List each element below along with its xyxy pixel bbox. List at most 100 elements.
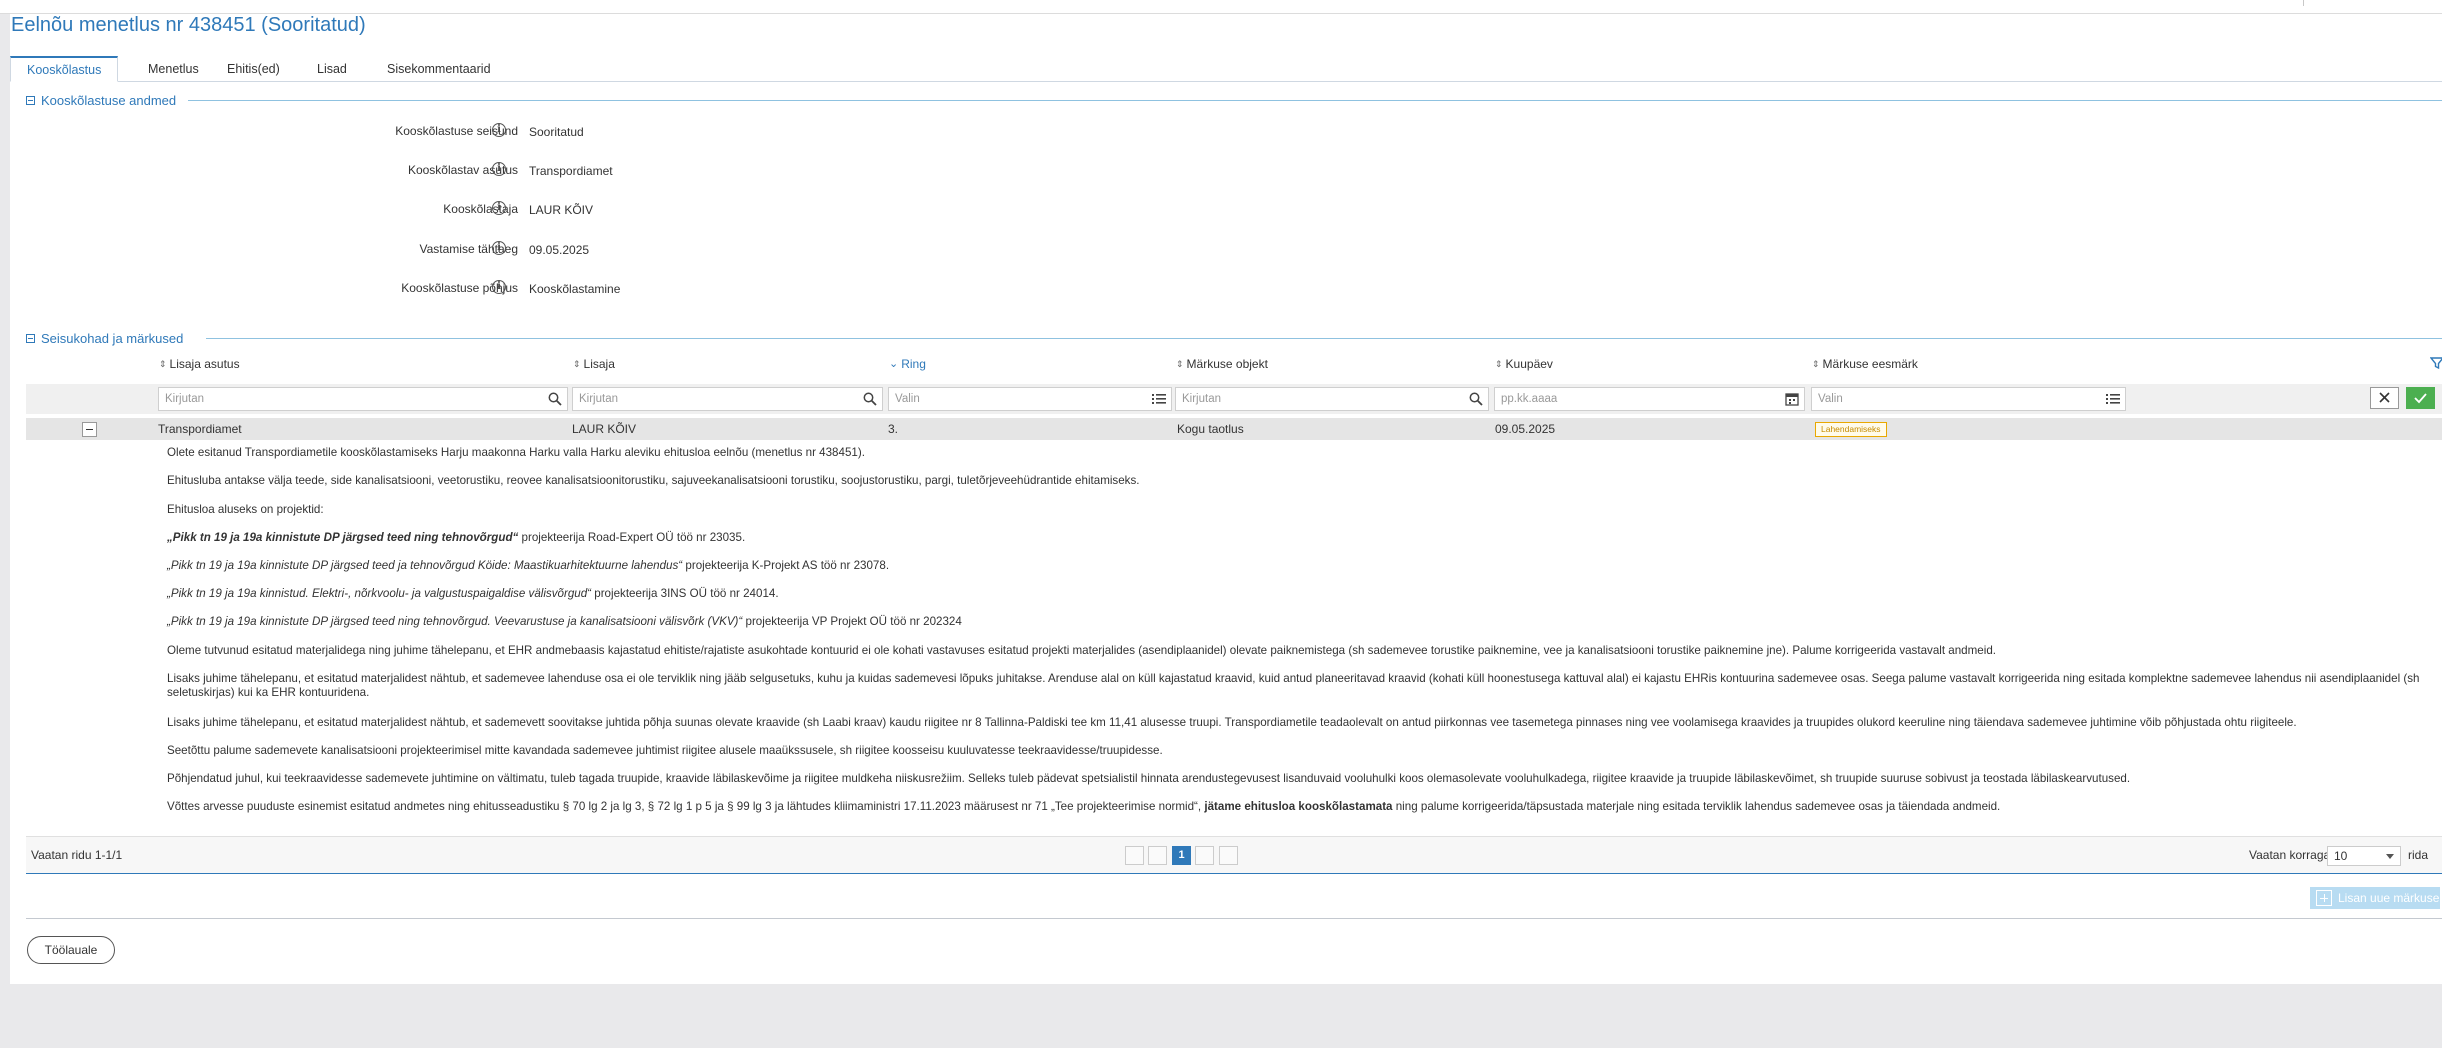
conclusion-decision: jätame ehitusloa kooskõlastamata (1204, 800, 1393, 813)
remark-paragraph-conclusion: Võttes arvesse puuduste esinemist esitat… (167, 800, 2427, 814)
table-footer: Vaatan ridu 1-1/1 1 Vaatan korraga 10 ri… (26, 836, 2442, 874)
field-value: 09.05.2025 (529, 243, 590, 257)
table-row[interactable]: Transpordiamet LAUR KÕIV 3. Kogu taotlus… (26, 418, 2442, 440)
column-header-lisaja[interactable]: ⇕ Lisaja (573, 354, 615, 374)
cell-ring: 3. (888, 422, 899, 436)
field-kooskolastaja: Kooskõlastaja i LAUR KÕIV (10, 200, 1010, 220)
field-seisund: Kooskõlastuse seisund i Sooritatud (10, 122, 1010, 142)
column-header-kuupaev[interactable]: ⇕ Kuupäev (1495, 354, 1553, 374)
filter-placeholder: pp.kk.aaaa (1501, 393, 1558, 405)
remark-paragraph: Oleme tutvunud esitatud materjalidega ni… (167, 644, 1996, 657)
remark-paragraph: Ehitusloa aluseks on projektid: (167, 503, 324, 516)
column-header-markuse-objekt[interactable]: ⇕ Märkuse objekt (1176, 354, 1268, 374)
filter-kuupaev[interactable]: pp.kk.aaaa (1494, 387, 1805, 411)
info-icon[interactable]: i (492, 123, 506, 137)
per-page-value: 10 (2334, 849, 2348, 863)
collapse-row-button[interactable] (82, 422, 97, 437)
search-icon[interactable] (863, 392, 877, 406)
cell-lisaja-asutus: Transpordiamet (158, 422, 242, 436)
sort-icon: ⇕ (1176, 358, 1184, 369)
add-remark-label: Lisan uue märkuse (2338, 891, 2440, 905)
project-title: „Pikk tn 19 ja 19a kinnistute DP järgsed… (167, 531, 519, 544)
apply-filters-button[interactable] (2406, 387, 2435, 409)
conclusion-text: Võttes arvesse puuduste esinemist esitat… (167, 800, 1205, 813)
filter-icon[interactable] (2430, 356, 2442, 370)
column-label: Lisaja asutus (169, 357, 240, 371)
remark-paragraph: Lisaks juhime tähelepanu, et esitatud ma… (167, 716, 2297, 729)
section-divider (188, 100, 2442, 101)
plus-icon (2316, 890, 2332, 906)
remark-paragraph: Olete esitanud Transpordiametile kooskõl… (167, 446, 865, 459)
remark-paragraph: Ehitusluba antakse välja teede, side kan… (167, 474, 1140, 487)
clear-filters-button[interactable] (2370, 387, 2399, 409)
column-header-lisaja-asutus[interactable]: ⇕ Lisaja asutus (159, 354, 240, 374)
list-icon[interactable] (2106, 392, 2120, 406)
column-header-markuse-eesmark[interactable]: ⇕ Märkuse eesmärk (1812, 354, 1918, 374)
info-icon[interactable]: i (492, 280, 506, 294)
project-title: „Pikk tn 19 ja 19a kinnistud. Elektri-, … (167, 587, 592, 600)
search-icon[interactable] (1469, 392, 1483, 406)
section-title: Seisukohad ja märkused (41, 330, 184, 346)
collapse-section-toggle[interactable] (26, 333, 35, 343)
project-rest: projekteerija Road-Expert OÜ töö nr 2303… (518, 531, 746, 544)
filter-markuse-eesmark[interactable]: Valin (1811, 387, 2126, 411)
tab-sisekommentaarid[interactable]: Sisekommentaarid (371, 56, 507, 82)
search-icon[interactable] (548, 392, 562, 406)
column-label: Lisaja (583, 357, 615, 371)
remark-paragraph-project: „Pikk tn 19 ja 19a kinnistute DP järgsed… (167, 559, 2427, 573)
section-kooskolastuse-andmed: Kooskõlastuse andmed (26, 91, 182, 109)
filter-lisaja[interactable]: Kirjutan (572, 387, 883, 411)
collapse-section-toggle[interactable] (26, 95, 35, 105)
remark-body: Olete esitanud Transpordiametile kooskõl… (26, 440, 2442, 836)
sort-down-icon: ⌄ (889, 357, 899, 370)
per-page-select[interactable]: 10 (2327, 846, 2401, 866)
info-icon[interactable]: i (492, 241, 506, 255)
remark-paragraph-project: „Pikk tn 19 ja 19a kinnistud. Elektri-, … (167, 587, 2427, 601)
filter-lisaja-asutus[interactable]: Kirjutan (158, 387, 568, 411)
field-value: LAUR KÕIV (529, 203, 594, 217)
tab-ehitised[interactable]: Ehitis(ed) (211, 56, 296, 82)
field-asutus: Kooskõlastav asutus i Transpordiamet (10, 161, 1010, 181)
pager-prev-button[interactable] (1148, 846, 1167, 865)
remark-paragraph-project: „Pikk tn 19 ja 19a kinnistute DP järgsed… (167, 531, 2427, 545)
check-icon (2414, 393, 2427, 404)
status-badge: Lahendamiseks (1815, 422, 1887, 437)
page-title: Eelnõu menetlus nr 438451 (Sooritatud) (11, 14, 366, 36)
bottom-divider (26, 918, 2442, 919)
list-icon[interactable] (1152, 392, 1166, 406)
tab-lisad[interactable]: Lisad (301, 56, 363, 82)
field-tahtaeg: Vastamise tähtaeg i 09.05.2025 (10, 240, 1010, 260)
tab-kooskolastus[interactable]: Kooskõlastus (10, 56, 119, 82)
field-label: Kooskõlastaja (443, 202, 518, 216)
filter-ring[interactable]: Valin (888, 387, 1172, 411)
add-remark-button[interactable]: Lisan uue märkuse (2310, 887, 2440, 909)
calendar-icon[interactable] (1785, 392, 1799, 406)
project-title: „Pikk tn 19 ja 19a kinnistute DP järgsed… (167, 615, 743, 628)
chevron-down-icon (2386, 854, 2394, 859)
pager-last-button[interactable] (1219, 846, 1238, 865)
top-bar (0, 0, 2442, 14)
section-title: Kooskõlastuse andmed (41, 92, 177, 108)
section-seisukohad: Seisukohad ja märkused (26, 329, 189, 347)
top-bar-separator (2303, 0, 2304, 6)
filter-markuse-objekt[interactable]: Kirjutan (1175, 387, 1489, 411)
back-to-dashboard-button[interactable]: Töölauale (27, 936, 115, 964)
conclusion-text: ning palume korrigeerida/täpsustada mate… (1392, 800, 2001, 813)
pager-first-button[interactable] (1125, 846, 1144, 865)
info-icon[interactable]: i (492, 162, 506, 176)
column-label: Märkuse eesmärk (1822, 357, 1918, 371)
column-header-ring[interactable]: ⌄ Ring (889, 354, 926, 374)
cell-lisaja: LAUR KÕIV (572, 422, 637, 436)
tab-menetlus[interactable]: Menetlus (132, 56, 215, 82)
filter-placeholder: Kirjutan (165, 393, 204, 405)
project-rest: projekteerija K-Projekt AS töö nr 23078. (682, 559, 890, 572)
remark-paragraph-project: „Pikk tn 19 ja 19a kinnistute DP järgsed… (167, 615, 2427, 629)
pager-next-button[interactable] (1195, 846, 1214, 865)
field-pohjus: Kooskõlastuse põhjus i Kooskõlastamine (10, 279, 1010, 299)
info-icon[interactable]: i (492, 201, 506, 215)
filter-placeholder: Valin (1818, 393, 1843, 405)
sort-icon: ⇕ (573, 358, 581, 369)
pager-current-page[interactable]: 1 (1172, 846, 1191, 865)
filter-placeholder: Kirjutan (1182, 393, 1221, 405)
sort-icon: ⇕ (159, 358, 167, 369)
